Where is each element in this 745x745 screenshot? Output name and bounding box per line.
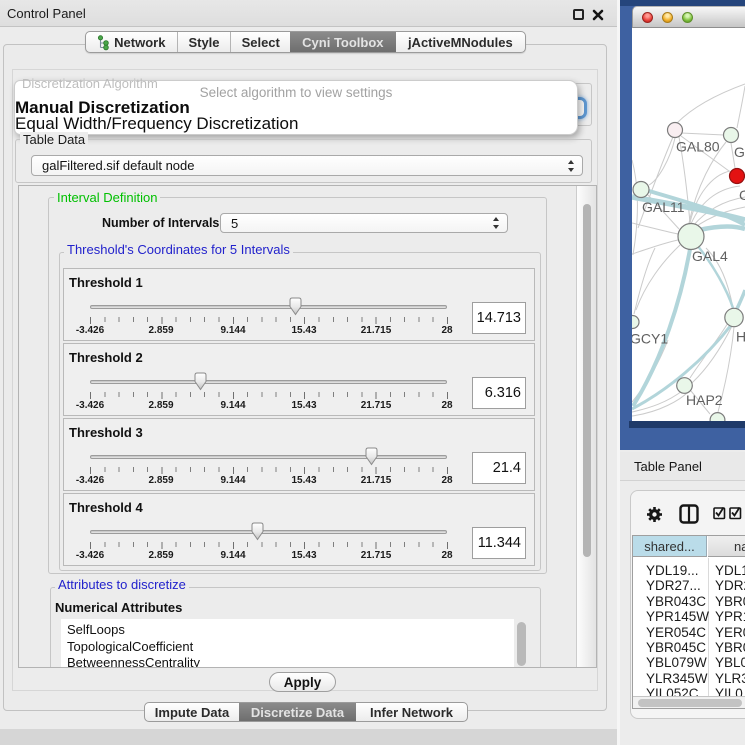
svg-text:H: H: [736, 329, 745, 345]
svg-text:GA: GA: [734, 144, 745, 160]
svg-text:GAL80: GAL80: [676, 139, 720, 155]
svg-text:GAL11: GAL11: [642, 199, 685, 215]
svg-text:GAL4: GAL4: [692, 248, 728, 264]
svg-text:C: C: [739, 187, 745, 203]
svg-text:GCY1: GCY1: [632, 331, 668, 347]
svg-text:HAP2: HAP2: [686, 392, 723, 408]
